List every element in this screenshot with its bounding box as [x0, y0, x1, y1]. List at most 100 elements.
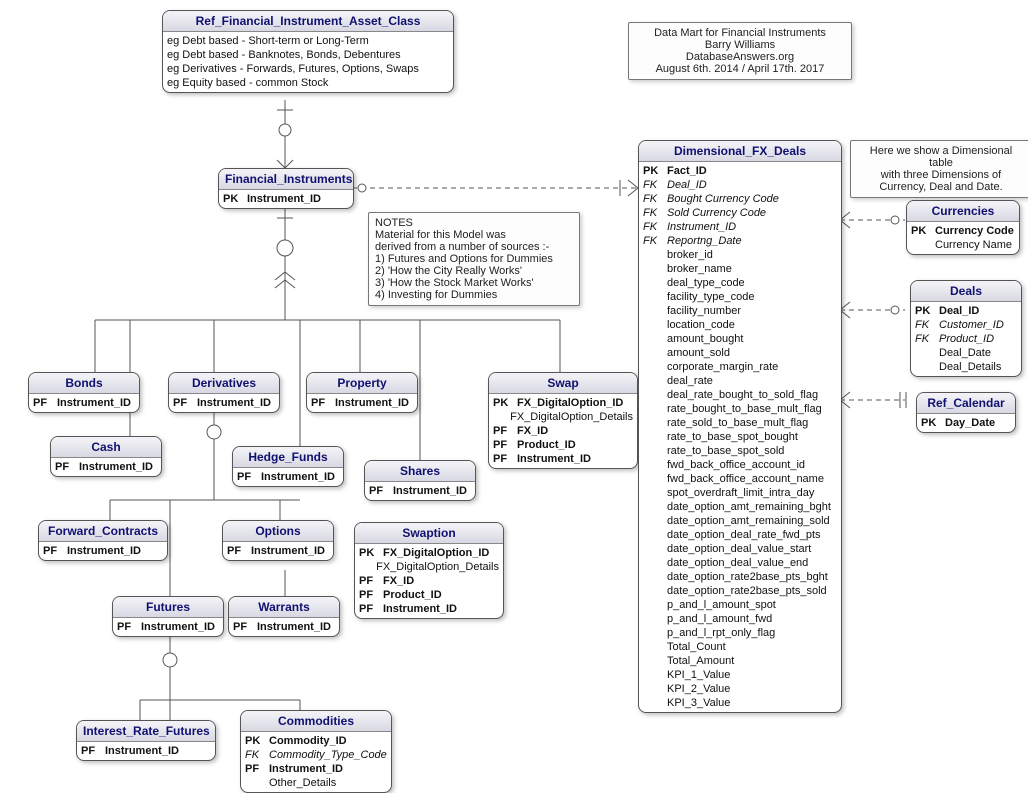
attr: Instrument_ID	[67, 544, 141, 558]
key-blank	[643, 612, 667, 626]
key-pf: PF	[55, 460, 79, 474]
key-fk: FK	[245, 748, 269, 762]
table-row: FKDeal_ID	[643, 178, 837, 192]
header-note-line: Barry Williams	[635, 39, 845, 51]
table-row: KPI_3_Value	[643, 696, 837, 710]
key-pf: PF	[359, 588, 383, 602]
key-blank	[643, 584, 667, 598]
notes-line: Material for this Model was	[375, 229, 573, 241]
table-row: p_and_l_rpt_only_flag	[643, 626, 837, 640]
key-fk: FK	[643, 234, 667, 248]
header-note-line: August 6th. 2014 / April 17th. 2017	[635, 63, 845, 75]
key-fk: FK	[643, 220, 667, 234]
entity-cash: Cash PFInstrument_ID	[50, 436, 162, 477]
entity-swap: Swap PKFX_DigitalOption_ID FX_DigitalOpt…	[488, 372, 638, 469]
key-blank	[643, 640, 667, 654]
attr: date_option_rate2base_pts_bght	[667, 570, 828, 584]
key-pf: PF	[43, 544, 67, 558]
entity-title: Deals	[911, 281, 1021, 302]
entity-derivatives: Derivatives PFInstrument_ID	[168, 372, 280, 413]
attr: Instrument_ID	[251, 544, 325, 558]
dim-note-line: Currency, Deal and Date.	[857, 181, 1025, 193]
entity-title: Commodities	[241, 711, 391, 732]
key-blank	[643, 626, 667, 640]
entity-title: Dimensional_FX_Deals	[639, 141, 841, 162]
table-row: deal_type_code	[643, 276, 837, 290]
table-row: broker_id	[643, 248, 837, 262]
attr: amount_bought	[667, 332, 743, 346]
key-blank	[643, 696, 667, 710]
key-blank	[643, 360, 667, 374]
entity-commodities: Commodities PKCommodity_ID FKCommodity_T…	[240, 710, 392, 793]
notes-line: derived from a number of sources :-	[375, 241, 573, 253]
attr: spot_overdraft_limit_intra_day	[667, 486, 814, 500]
entity-deals: Deals PKDeal_ID FKCustomer_ID FKProduct_…	[910, 280, 1022, 377]
attr: Deal_ID	[939, 304, 979, 318]
attr: Customer_ID	[939, 318, 1004, 332]
attr: date_option_deal_value_start	[667, 542, 811, 556]
entity-title: Bonds	[29, 373, 139, 394]
key-pk: PK	[493, 396, 517, 410]
attr: Deal_Date	[939, 346, 991, 360]
key-pf: PF	[233, 620, 257, 634]
attr: FX_DigitalOption_Details	[510, 410, 633, 424]
attr: Commodity_Type_Code	[269, 748, 387, 762]
key-blank	[643, 262, 667, 276]
notes-line: 3) 'How the Stock Market Works'	[375, 277, 573, 289]
attr: facility_type_code	[667, 290, 754, 304]
attr: rate_sold_to_base_mult_flag	[667, 416, 808, 430]
entity-dimensional-fx-deals: Dimensional_FX_Deals PKFact_IDFKDeal_IDF…	[638, 140, 842, 713]
key-pk: PK	[915, 304, 939, 318]
table-row: broker_name	[643, 262, 837, 276]
key-pf: PF	[81, 744, 105, 758]
entity-financial-instruments: Financial_Instruments PKInstrument_ID	[218, 168, 354, 209]
entity-warrants: Warrants PFInstrument_ID	[228, 596, 340, 637]
attr: Instrument_ID	[667, 220, 736, 234]
table-row: fwd_back_office_account_id	[643, 458, 837, 472]
header-note-line: DatabaseAnswers.org	[635, 51, 845, 63]
entity-title: Interest_Rate_Futures	[77, 721, 215, 742]
attr: deal_rate	[667, 374, 713, 388]
table-row: KPI_2_Value	[643, 682, 837, 696]
entity-forward-contracts: Forward_Contracts PFInstrument_ID	[38, 520, 168, 561]
entity-ref-asset-class: Ref_Financial_Instrument_Asset_Class eg …	[162, 10, 454, 93]
entity-title: Derivatives	[169, 373, 279, 394]
attr: fwd_back_office_account_name	[667, 472, 824, 486]
attr: Product_ID	[939, 332, 994, 346]
attr: broker_name	[667, 262, 732, 276]
entity-futures: Futures PFInstrument_ID	[112, 596, 224, 637]
entity-title: Currencies	[907, 201, 1019, 222]
attr: KPI_3_Value	[667, 696, 730, 710]
table-row: rate_to_base_spot_sold	[643, 444, 837, 458]
entity-title: Forward_Contracts	[39, 521, 167, 542]
attr: Instrument_ID	[57, 396, 131, 410]
sources-note: NOTES Material for this Model was derive…	[368, 212, 580, 306]
attr: p_and_l_rpt_only_flag	[667, 626, 775, 640]
entity-currencies: Currencies PKCurrency Code Currency Name	[906, 200, 1020, 255]
entity-title: Property	[307, 373, 417, 394]
key-pf: PF	[369, 484, 393, 498]
dim-note-line: Here we show a Dimensional table	[857, 145, 1025, 169]
table-row: facility_type_code	[643, 290, 837, 304]
attr: Instrument_ID	[517, 452, 591, 466]
attr: corporate_margin_rate	[667, 360, 778, 374]
key-fk: FK	[643, 206, 667, 220]
key-blank	[643, 668, 667, 682]
attr: Instrument_ID	[335, 396, 409, 410]
entity-interest-rate-futures: Interest_Rate_Futures PFInstrument_ID	[76, 720, 216, 761]
key-blank	[643, 444, 667, 458]
attr: Currency Code	[935, 224, 1014, 238]
key-pf: PF	[33, 396, 57, 410]
table-row: p_and_l_amount_spot	[643, 598, 837, 612]
header-note: Data Mart for Financial Instruments Barr…	[628, 22, 852, 80]
attr: date_option_deal_rate_fwd_pts	[667, 528, 821, 542]
entity-swaption: Swaption PKFX_DigitalOption_ID FX_Digita…	[354, 522, 504, 619]
key-blank	[643, 276, 667, 290]
table-row: date_option_deal_value_end	[643, 556, 837, 570]
attr: date_option_amt_remaining_sold	[667, 514, 830, 528]
attr: Instrument_ID	[79, 460, 153, 474]
key-pf: PF	[173, 396, 197, 410]
table-row: date_option_rate2base_pts_bght	[643, 570, 837, 584]
table-row: date_option_amt_remaining_sold	[643, 514, 837, 528]
attr: Instrument_ID	[247, 192, 321, 206]
